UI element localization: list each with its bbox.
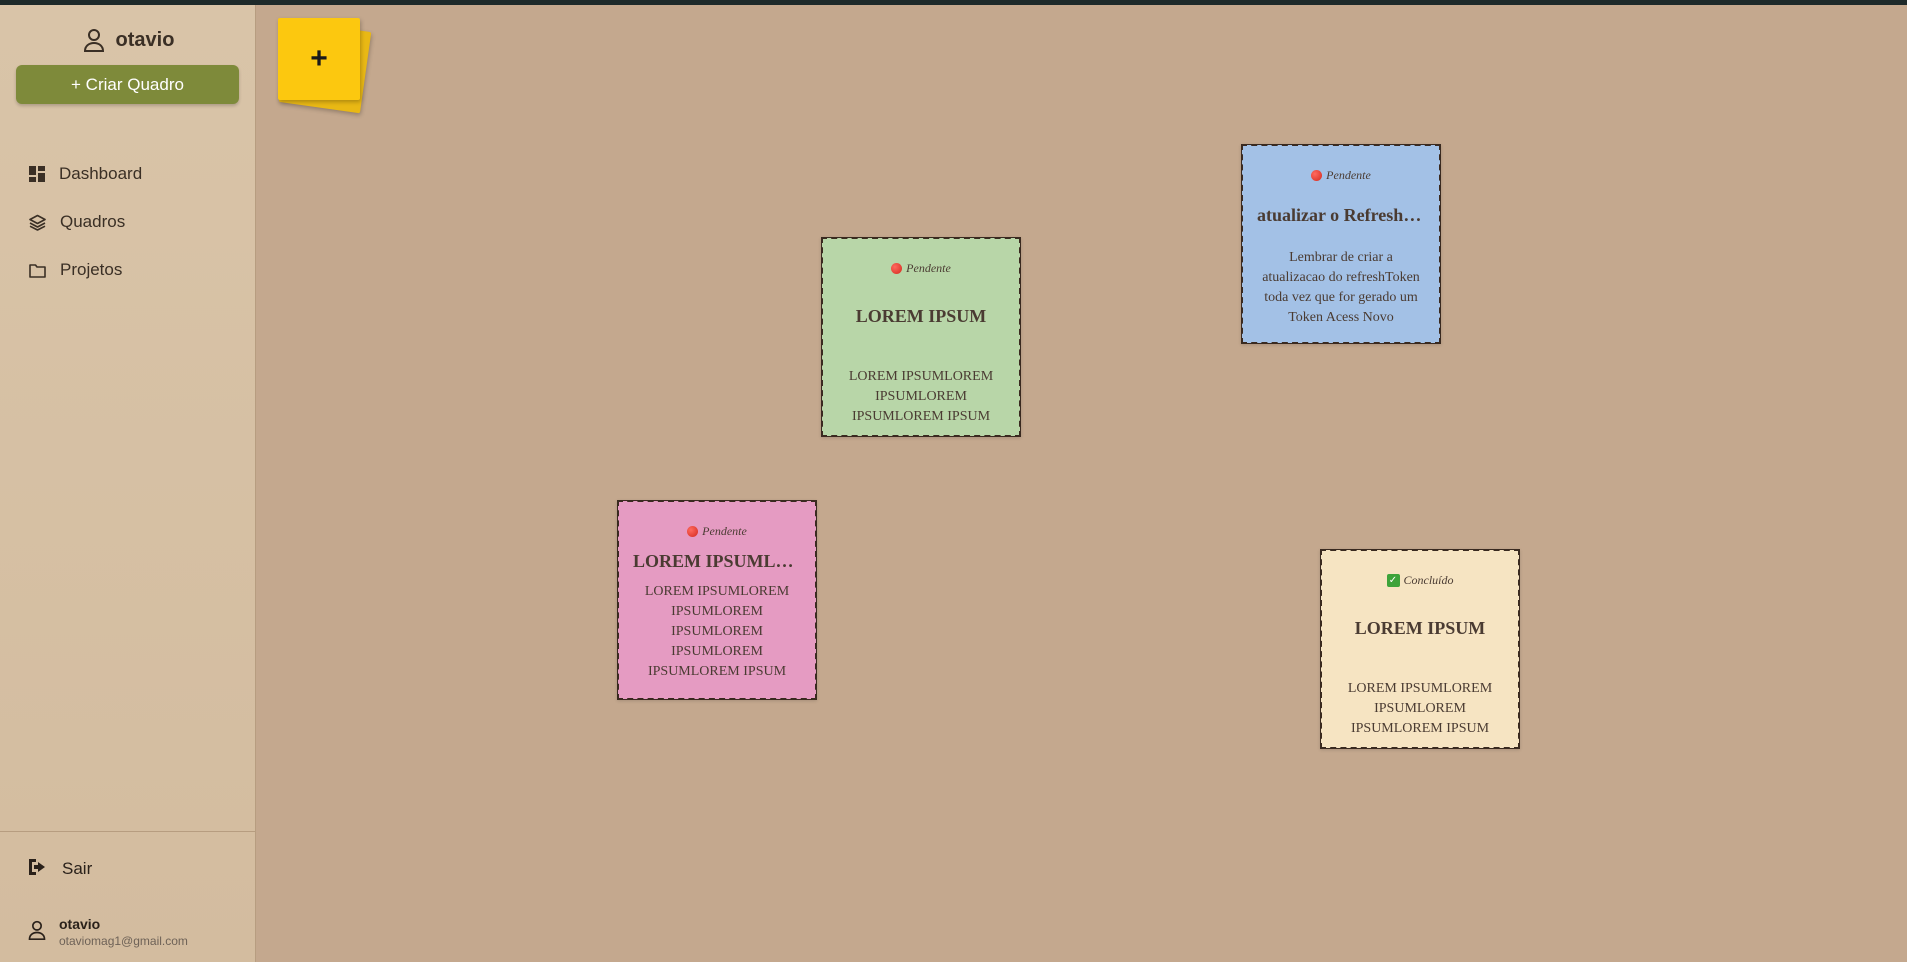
create-board-button[interactable]: + Criar Quadro [16, 65, 239, 104]
sticky-note[interactable]: Pendente LOREM IPSUMLOREM IPSUM LOREM IP… [617, 500, 817, 700]
note-status: ✓ Concluído [1336, 573, 1504, 588]
footer-email: otaviomag1@gmail.com [59, 934, 188, 948]
folder-icon [29, 263, 46, 278]
note-title: LOREM IPSUM [855, 306, 987, 326]
note-description: LOREM IPSUMLOREM IPSUMLOREM IPSUMLOREM I… [848, 369, 994, 424]
note-status-label: Pendente [1326, 168, 1371, 182]
logout-label: Sair [62, 859, 93, 878]
red-dot-icon [891, 263, 903, 274]
note-status-label: Pendente [702, 524, 747, 538]
note-status: Pendente [1257, 168, 1425, 183]
sticky-note[interactable]: Pendente LOREM IPSUM LOREM IPSUMLOREM IP… [821, 237, 1021, 437]
sidebar-item-label: Quadros [60, 212, 126, 231]
note-status-label: Pendente [906, 261, 951, 275]
note-title: atualizar o RefreshToken [1257, 205, 1425, 225]
note-description: LOREM IPSUMLOREM IPSUMLOREM IPSUMLOREM I… [644, 584, 790, 679]
note-status: Pendente [633, 524, 801, 539]
user-icon [82, 27, 106, 53]
layers-icon [29, 214, 46, 231]
note-status-label: Concluído [1403, 573, 1454, 587]
logout-icon [27, 858, 48, 881]
sidebar-item-quadros[interactable]: Quadros [0, 198, 256, 246]
sidebar-item-label: Dashboard [59, 164, 143, 183]
sidebar-item-dashboard[interactable]: Dashboard [0, 150, 256, 198]
sticky-note[interactable]: Pendente atualizar o RefreshToken Lembra… [1241, 144, 1441, 344]
plus-icon: + [310, 42, 328, 75]
red-dot-icon [687, 526, 699, 537]
sidebar: otavio + Criar Quadro Dashboard Quadros [0, 5, 256, 962]
logout-button[interactable]: Sair [0, 850, 256, 888]
sidebar-nav: Dashboard Quadros Projetos [0, 150, 256, 294]
sidebar-divider [0, 831, 256, 832]
add-note-button[interactable]: + [276, 16, 372, 114]
dashboard-icon [29, 166, 45, 182]
sidebar-item-projetos[interactable]: Projetos [0, 246, 256, 294]
sidebar-user-header: otavio [0, 23, 256, 57]
sidebar-username: otavio [115, 28, 175, 51]
note-description: LOREM IPSUMLOREM IPSUMLOREM IPSUMLOREM I… [1347, 681, 1493, 736]
red-dot-icon [1311, 170, 1323, 181]
footer-username: otavio [59, 916, 101, 932]
check-icon: ✓ [1386, 574, 1400, 587]
note-description: Lembrar de criar a atualizacao do refres… [1262, 250, 1420, 325]
user-icon [27, 919, 47, 946]
sticky-note[interactable]: ✓ Concluído LOREM IPSUM LOREM IPSUMLOREM… [1320, 549, 1520, 749]
top-bar [0, 0, 1907, 5]
note-title: LOREM IPSUMLOREM IPSUM [633, 551, 801, 571]
note-title: LOREM IPSUM [1354, 618, 1486, 638]
sidebar-item-label: Projetos [60, 260, 123, 279]
footer-user-card: otavio otaviomag1@gmail.com [0, 910, 256, 954]
note-status: Pendente [837, 261, 1005, 276]
